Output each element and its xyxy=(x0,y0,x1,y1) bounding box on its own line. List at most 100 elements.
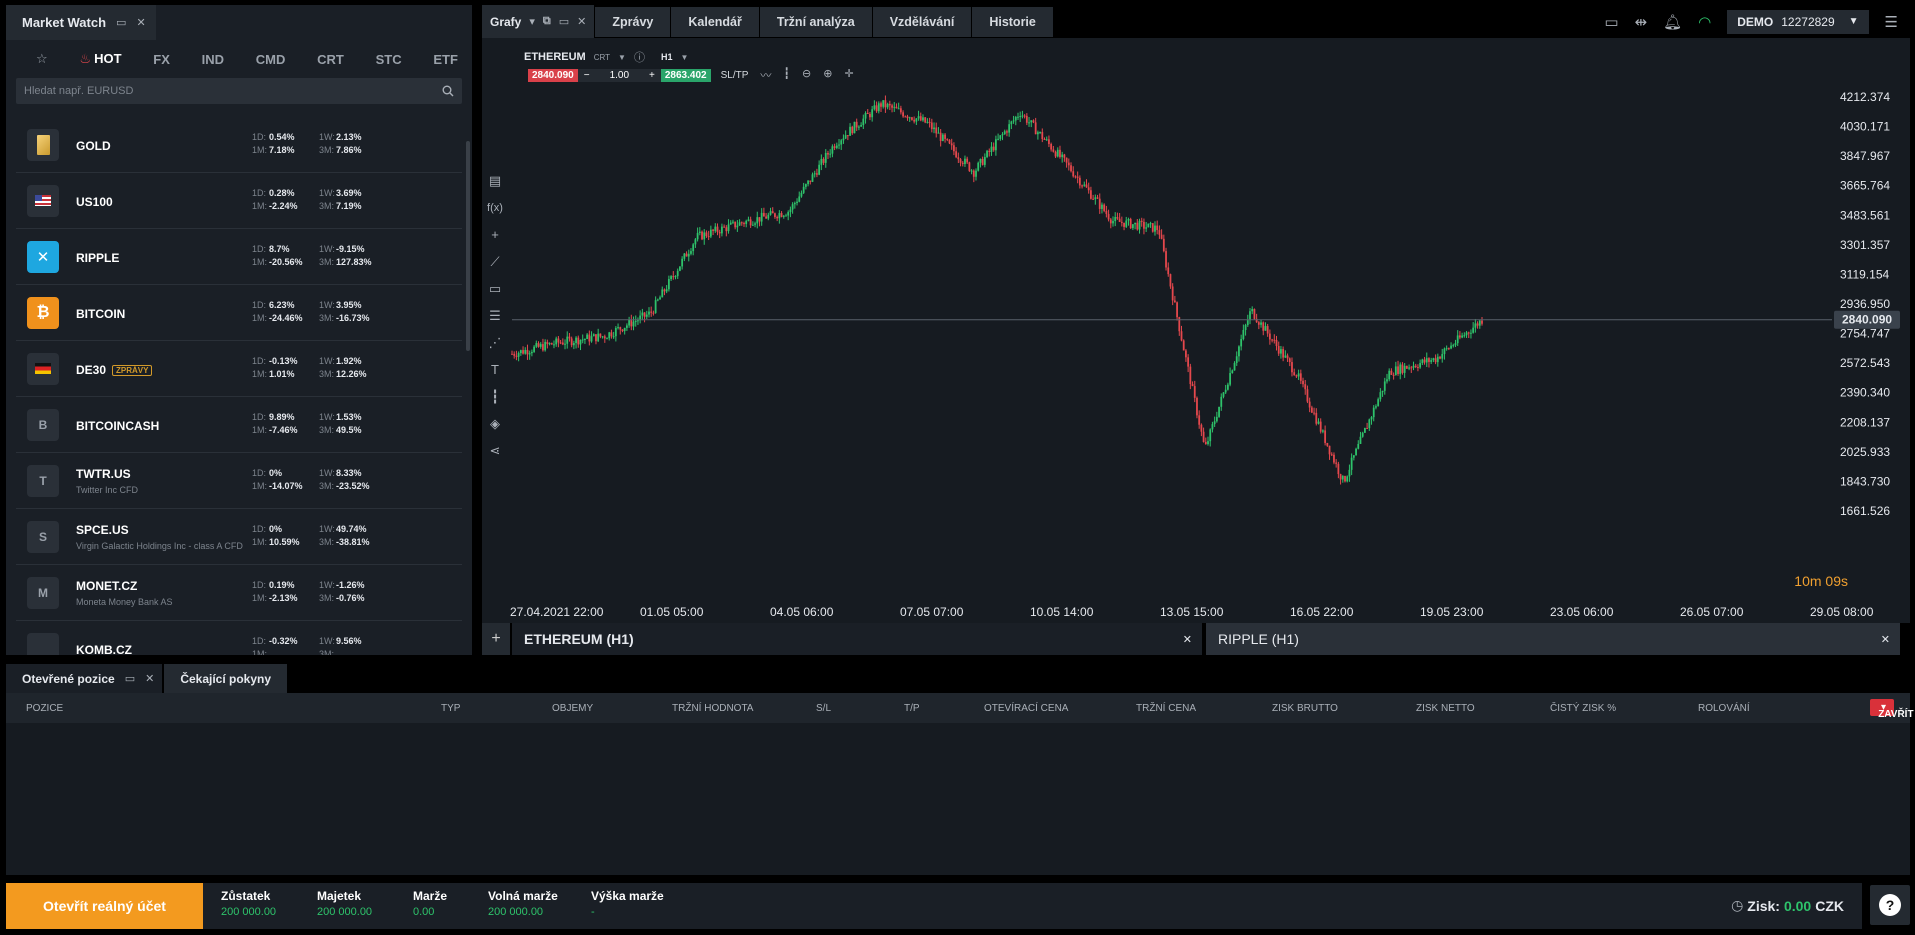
instrument-row[interactable]: GOLD 1D: 0.54% 1M: 7.18% 1W:2.13% 3M: 7.86% xyxy=(16,117,462,173)
close-icon[interactable]: ✕ xyxy=(577,15,586,28)
volume-decrease-button[interactable]: − xyxy=(577,68,596,82)
candle-body xyxy=(740,222,743,224)
tab-news[interactable]: Zprávy xyxy=(595,6,671,37)
bell-icon[interactable]: 🔔︎ xyxy=(1663,13,1682,31)
news-badge[interactable]: ZPRÁVY xyxy=(112,365,153,376)
tab-ind[interactable]: IND xyxy=(202,52,224,67)
candle-body xyxy=(1383,381,1386,391)
close-all-button[interactable]: ZAVŘÍT ▾ xyxy=(1870,699,1914,720)
chart-tab-ripple[interactable]: RIPPLE (H1) ✕ xyxy=(1206,623,1900,655)
close-icon[interactable]: ✕ xyxy=(1881,633,1890,646)
tab-stc[interactable]: STC xyxy=(376,52,402,67)
timeframe-selector[interactable]: H1 xyxy=(661,52,673,62)
instrument-row[interactable]: B BITCOINCASH 1D: 9.89% 1M: -7.46% 1W:1.53% 3M:… xyxy=(16,397,462,453)
time-axis-label: 04.05 06:00 xyxy=(770,605,834,619)
candle-body xyxy=(1299,373,1302,381)
instrument-row[interactable]: KOMB.CZ 1D: -0.32% 1M: 1W:9.56% 3M: xyxy=(16,621,462,655)
stat-value: 12.26% xyxy=(336,369,367,379)
layout-icon[interactable]: ▭ xyxy=(1604,13,1618,31)
instrument-row[interactable]: S SPCE.US Virgin Galactic Holdings Inc - c… xyxy=(16,509,462,565)
menu-icon[interactable]: ☰ xyxy=(1885,13,1898,31)
chart-type-icon[interactable]: ▤ xyxy=(482,167,508,194)
line-tool-icon[interactable]: ⟋ xyxy=(482,248,508,275)
candle-body xyxy=(676,270,679,277)
scrollbar[interactable] xyxy=(466,141,470,351)
tab-hot[interactable]: ♨ HOT xyxy=(79,51,121,67)
zoom-in-icon[interactable]: ⊕ xyxy=(823,67,832,83)
candle-body xyxy=(796,201,798,203)
tab-etf[interactable]: ETF xyxy=(433,52,458,67)
crosshair-icon[interactable]: ✛ xyxy=(844,67,853,83)
close-icon[interactable]: ✕ xyxy=(1183,633,1192,646)
tab-charts[interactable]: Grafy ▾ ⧉ ▭ ✕ xyxy=(482,5,595,38)
chart-symbol[interactable]: ETHEREUM xyxy=(524,51,586,63)
candle-body xyxy=(628,319,631,326)
crosshair-tool-icon[interactable]: + xyxy=(482,221,508,248)
tab-crt[interactable]: CRT xyxy=(317,52,344,67)
chart-area[interactable]: 4212.374 4030.171 3847.967 3665.764 3483.561… xyxy=(482,41,1910,621)
share-icon[interactable]: ⋖ xyxy=(482,437,508,464)
stat-label: 3M: xyxy=(319,593,335,603)
instrument-row[interactable]: US100 1D: 0.28% 1M: -2.24% 1W:3.69% 3M: 7.19% xyxy=(16,173,462,229)
stat-value: 7.19% xyxy=(336,201,362,211)
candle-body xyxy=(893,106,896,108)
help-button[interactable]: ? xyxy=(1870,885,1910,925)
text-tool-icon[interactable]: T xyxy=(482,356,508,383)
candle-body xyxy=(696,232,699,240)
search-icon[interactable] xyxy=(442,85,454,97)
fibonacci-tool-icon[interactable]: ☰ xyxy=(482,302,508,329)
account-selector[interactable]: DEMO 12272829 ▼ xyxy=(1727,9,1869,34)
indicators-icon[interactable]: f(x) xyxy=(482,194,508,221)
instrument-row[interactable]: ✕ RIPPLE 1D: 8.7% 1M: -20.56% 1W:-9.15% 3M: 127.… xyxy=(16,229,462,285)
tab-calendar[interactable]: Kalendář xyxy=(671,6,759,37)
line-chart-icon[interactable]: 〰 xyxy=(760,67,771,83)
instrument-row[interactable]: M MONET.CZ Moneta Money Bank AS 1D: 0.19% 1M:… xyxy=(16,565,462,621)
tab-cmd[interactable]: CMD xyxy=(256,52,286,67)
tab-favorites[interactable]: ☆ xyxy=(36,51,48,67)
chevron-down-icon[interactable]: ▾ xyxy=(529,15,535,28)
bars-tool-icon[interactable]: ┇ xyxy=(482,383,508,410)
maximize-icon[interactable]: ▭ xyxy=(116,16,126,29)
candle-body xyxy=(652,312,655,314)
signal-icon[interactable]: ⇹ xyxy=(1635,13,1648,31)
tab-history[interactable]: Historie xyxy=(972,6,1053,37)
volume-input[interactable]: 1.00 xyxy=(595,68,644,82)
search-input[interactable] xyxy=(24,85,424,97)
chart-tab-ethereum[interactable]: ETHEREUM (H1) ✕ xyxy=(512,623,1202,655)
info-icon[interactable]: ⓘ xyxy=(634,49,645,65)
candle-body xyxy=(1048,139,1050,144)
layers-icon[interactable]: ◈ xyxy=(482,410,508,437)
chevron-down-icon[interactable]: ▼ xyxy=(680,53,688,62)
maximize-icon[interactable]: ▭ xyxy=(125,672,135,685)
price-chart[interactable]: 4212.374 4030.171 3847.967 3665.764 3483.561… xyxy=(482,41,1910,621)
tab-open-positions[interactable]: Otevřené pozice ▭ ✕ xyxy=(6,664,163,693)
candle-body xyxy=(1151,223,1154,232)
buy-button[interactable]: 2863.402 xyxy=(660,68,711,82)
fan-tool-icon[interactable]: ⋰ xyxy=(482,329,508,356)
tab-education[interactable]: Vzdělávání xyxy=(872,6,972,37)
rectangle-tool-icon[interactable]: ▭ xyxy=(482,275,508,302)
add-chart-button[interactable]: + xyxy=(482,623,510,655)
zoom-out-icon[interactable]: ⊖ xyxy=(802,67,811,83)
chevron-down-icon[interactable]: ▼ xyxy=(618,53,626,62)
sltp-button[interactable]: SL/TP xyxy=(721,70,749,81)
instrument-row[interactable]: ₿ BITCOIN 1D: 6.23% 1M: -24.46% 1W:3.95% 3M: -16… xyxy=(16,285,462,341)
instrument-row[interactable]: T TWTR.US Twitter Inc CFD 1D: 0% 1M: -14.07% 1W… xyxy=(16,453,462,509)
tab-pending-orders[interactable]: Čekající pokyny xyxy=(164,664,288,693)
instrument-name: RIPPLE xyxy=(76,251,119,265)
sell-button[interactable]: 2840.090 xyxy=(528,68,578,82)
tab-market-analysis[interactable]: Tržní analýza xyxy=(759,6,872,37)
instrument-description: Moneta Money Bank AS xyxy=(76,597,173,607)
close-icon[interactable]: ✕ xyxy=(136,16,145,29)
candle-body xyxy=(970,170,973,172)
close-icon[interactable]: ✕ xyxy=(145,672,154,685)
col-type: TYP xyxy=(441,703,461,714)
open-real-account-button[interactable]: Otevřít reálný účet xyxy=(6,883,203,929)
candles-icon[interactable]: ┇ xyxy=(783,67,790,83)
maximize-icon[interactable]: ▭ xyxy=(559,15,569,28)
instrument-row[interactable]: DE30 ZPRÁVY 1D: -0.13% 1M: 1.01% 1W:1.92% 3M: 12… xyxy=(16,341,462,397)
market-watch-tab[interactable]: Market Watch ▭ ✕ xyxy=(6,5,156,40)
popout-icon[interactable]: ⧉ xyxy=(543,15,551,28)
volume-increase-button[interactable]: + xyxy=(643,68,661,82)
tab-fx[interactable]: FX xyxy=(153,52,170,67)
